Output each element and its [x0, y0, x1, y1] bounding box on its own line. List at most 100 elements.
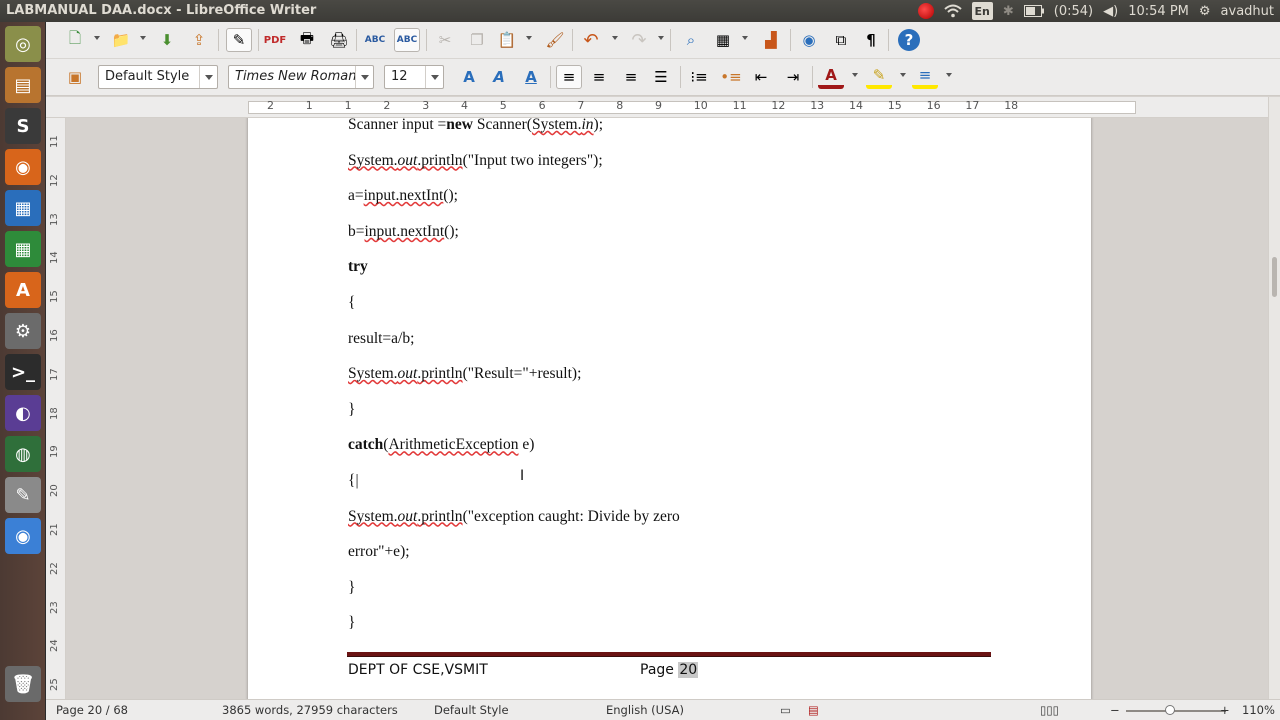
eclipse-icon[interactable]: ◐	[5, 395, 41, 431]
italic-style-icon[interactable]: A	[486, 65, 512, 89]
bluetooth-icon[interactable]: ✱	[1003, 2, 1014, 20]
selection-mode-icon[interactable]: ▭	[780, 703, 791, 717]
align-left-icon[interactable]: ≡	[556, 65, 582, 89]
scrollbar-thumb[interactable]	[1272, 257, 1277, 297]
files-icon[interactable]: ▤	[5, 67, 41, 103]
document-line[interactable]: }	[348, 579, 355, 597]
underline-style-icon[interactable]: A	[518, 65, 544, 89]
record-indicator-icon[interactable]	[917, 2, 934, 20]
auto-spellcheck-icon[interactable]: ABC	[394, 28, 420, 52]
font-name-combo[interactable]: Times New Roman	[228, 65, 374, 89]
chevron-down-icon[interactable]	[425, 66, 443, 88]
document-line[interactable]: }	[348, 401, 355, 419]
calc-icon[interactable]: ▦	[5, 231, 41, 267]
copy-icon[interactable]: ❐	[464, 28, 490, 52]
increase-indent-icon[interactable]: ⇥	[780, 65, 806, 89]
language[interactable]: English (USA)	[606, 703, 684, 717]
help-icon[interactable]: ?	[898, 29, 920, 51]
document-line[interactable]: a=input.nextInt();	[348, 187, 458, 205]
document-line[interactable]: result=a/b;	[348, 330, 414, 348]
document-line[interactable]: Scanner input =new Scanner(System.in);	[348, 118, 603, 134]
writer-icon[interactable]: ▦	[5, 190, 41, 226]
redo-icon[interactable]: ↷	[626, 28, 652, 52]
undo-icon[interactable]: ↶	[578, 28, 604, 52]
wifi-icon[interactable]	[943, 2, 962, 20]
document-page[interactable]: Scanner input =new Scanner(System.in); Sy…	[248, 118, 1091, 699]
align-center-icon[interactable]: ≡	[586, 65, 612, 89]
document-line[interactable]: }	[348, 614, 355, 632]
volume-icon[interactable]: ◀)	[1103, 2, 1118, 20]
numbered-list-icon[interactable]: ⁝≡	[686, 65, 712, 89]
user-name[interactable]: avadhut	[1221, 4, 1274, 19]
zoom-slider[interactable]	[1126, 710, 1226, 712]
session-gear-icon[interactable]: ⚙	[1199, 2, 1211, 20]
word-count[interactable]: 3865 words, 27959 characters	[222, 703, 398, 717]
print-preview-icon[interactable]: 🖨	[326, 28, 352, 52]
clone-formatting-icon[interactable]: 🖌	[542, 28, 568, 52]
paste-icon[interactable]: 📋	[494, 28, 520, 52]
document-line[interactable]: System.out.println("Result="+result);	[348, 365, 581, 383]
zoom-out-icon[interactable]: −	[1110, 703, 1120, 717]
page-style[interactable]: Default Style	[434, 703, 509, 717]
document-line[interactable]: try	[348, 258, 368, 276]
terminal-icon[interactable]: >_	[5, 354, 41, 390]
document-line[interactable]: System.out.println("exception caught: Di…	[348, 508, 680, 526]
document-line[interactable]: System.out.println("Input two integers")…	[348, 152, 603, 170]
export-icon[interactable]: ⇪	[186, 28, 212, 52]
chevron-down-icon[interactable]	[355, 66, 373, 88]
open-folder-icon[interactable]: 📁	[108, 28, 134, 52]
globe-icon[interactable]: ◍	[5, 436, 41, 472]
gallery-icon[interactable]: ⧉	[828, 28, 854, 52]
bullet-list-icon[interactable]: •≡	[718, 65, 744, 89]
document-line[interactable]: {	[348, 294, 355, 312]
insert-table-icon[interactable]: ▦	[710, 28, 736, 52]
vertical-scrollbar[interactable]	[1268, 97, 1280, 699]
export-pdf-icon[interactable]: PDF	[262, 28, 288, 52]
zoom-slider-knob[interactable]	[1165, 705, 1175, 715]
page-count[interactable]: Page 20 / 68	[56, 703, 128, 717]
document-line[interactable]: error"+e);	[348, 543, 410, 561]
bold-style-icon[interactable]: A	[456, 65, 482, 89]
battery-icon[interactable]	[1023, 2, 1044, 20]
formatting-marks-icon[interactable]: ¶	[858, 28, 884, 52]
spellcheck-icon[interactable]: ABC	[362, 28, 388, 52]
firefox-icon[interactable]: ◉	[5, 149, 41, 185]
keyboard-layout-indicator[interactable]: En	[971, 2, 993, 20]
vertical-ruler[interactable]: 11 12 13 14 15 16 17 18 19 20 21 22 23 24 25	[46, 118, 66, 699]
new-document-icon[interactable]: 🗋	[62, 28, 88, 52]
document-line[interactable]: b=input.nextInt();	[348, 223, 459, 241]
navigator-icon[interactable]: ◉	[796, 28, 822, 52]
edit-mode-icon[interactable]: ✎	[226, 28, 252, 52]
print-icon[interactable]: 🖶	[294, 28, 320, 52]
chrome-icon[interactable]: ◉	[5, 518, 41, 554]
justify-icon[interactable]: ☰	[648, 65, 674, 89]
horizontal-ruler[interactable]: 2 1 1 2 3 4 5 6 7 8 9 10 11 12 13 14 15 16 17 18	[46, 97, 1268, 118]
trash-icon[interactable]: 🗑	[5, 666, 41, 702]
view-layout-icon[interactable]: ▯▯▯	[1040, 703, 1059, 717]
text-editor-icon[interactable]: ✎	[5, 477, 41, 513]
document-line[interactable]: catch(ArithmeticException e)	[348, 436, 534, 454]
chevron-down-icon[interactable]	[199, 66, 217, 88]
save-icon[interactable]: ⬇	[154, 28, 180, 52]
align-right-icon[interactable]: ≡	[618, 65, 644, 89]
insert-chart-icon[interactable]: ▟	[758, 28, 784, 52]
font-size-combo[interactable]: 12	[384, 65, 444, 89]
decrease-indent-icon[interactable]: ⇤	[748, 65, 774, 89]
zoom-in-icon[interactable]: +	[1220, 703, 1230, 717]
cut-icon[interactable]: ✂	[432, 28, 458, 52]
document-line[interactable]: {|	[348, 472, 359, 490]
document-modified-icon[interactable]: ▤	[808, 703, 819, 717]
styles-icon[interactable]: ▣	[62, 65, 88, 89]
clock[interactable]: 10:54 PM	[1128, 4, 1189, 19]
font-color-icon[interactable]: A	[818, 65, 844, 89]
software-center-icon[interactable]: A	[5, 272, 41, 308]
zoom-level[interactable]: 110%	[1242, 703, 1275, 717]
find-replace-icon[interactable]: ⌕	[678, 28, 704, 52]
system-settings-icon[interactable]: ⚙	[5, 313, 41, 349]
dash-home-icon[interactable]: ◎	[5, 26, 41, 62]
paragraph-style-combo[interactable]: Default Style	[98, 65, 218, 89]
sublime-text-icon[interactable]: S	[5, 108, 41, 144]
highlight-color-icon[interactable]: ✎	[866, 65, 892, 89]
background-color-icon[interactable]: ≡	[912, 65, 938, 89]
ruler-tick-label: 16	[926, 99, 941, 112]
